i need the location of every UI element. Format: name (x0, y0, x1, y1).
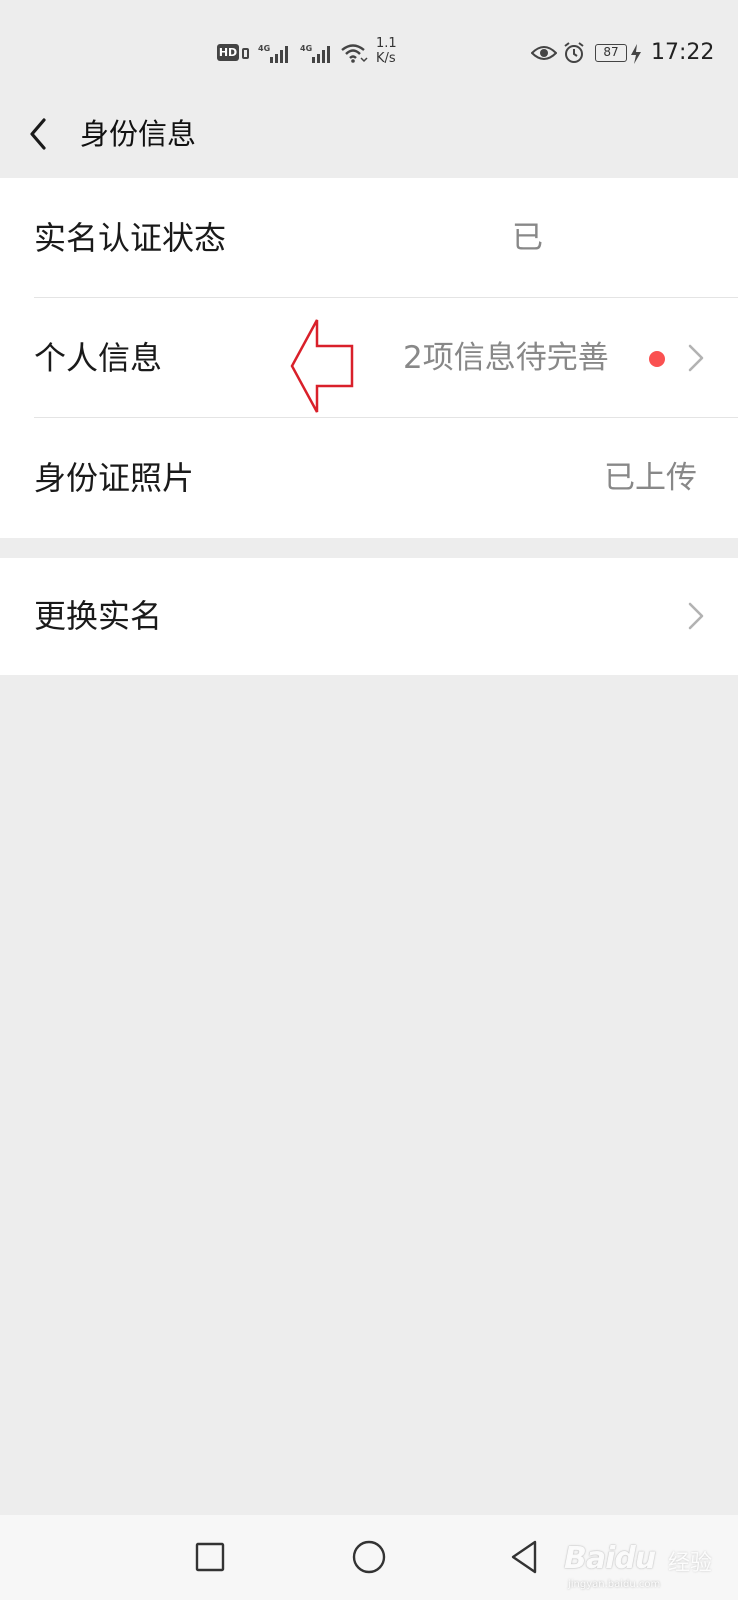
watermark-brand-cn: 经验 (668, 1551, 713, 1576)
network-type-label: 4G (258, 44, 271, 53)
eye-icon (531, 46, 557, 60)
top-nav-bar: 身份信息 (0, 100, 738, 178)
change-realname-list: 更换实名 (0, 558, 738, 675)
hd-lock-icon (242, 48, 249, 59)
network-speed-value: 1.1 (376, 36, 397, 51)
annotation-arrow-icon (290, 319, 354, 413)
row-personal-info[interactable]: 个人信息 2项信息待完善 (0, 298, 738, 418)
red-dot-badge (649, 351, 665, 367)
signal-icon: 4G (300, 44, 336, 64)
row-value: 2项信息待完善 (403, 340, 609, 376)
battery-icon: 87 (595, 44, 627, 62)
circle-icon (352, 1540, 386, 1574)
triangle-back-icon (511, 1540, 537, 1574)
wifi-icon (341, 44, 368, 63)
row-label: 个人信息 (34, 339, 163, 377)
row-value: 已上传 (604, 460, 697, 496)
status-bar: HD 4G 4G 1.1 K/s 87 17:22 (0, 0, 738, 100)
row-label: 实名认证状态 (34, 219, 227, 257)
charging-icon (631, 44, 641, 64)
page-title: 身份信息 (80, 117, 197, 151)
alarm-icon (564, 42, 584, 63)
back-nav-button[interactable] (505, 1537, 545, 1577)
network-speed: 1.1 K/s (376, 36, 397, 66)
network-type-label: 4G (300, 44, 313, 53)
row-label: 身份证照片 (34, 459, 195, 497)
watermark-url: jingyan.baidu.com (568, 1579, 661, 1590)
row-id-photo[interactable]: 身份证照片 已上传 (0, 418, 738, 538)
square-icon (195, 1542, 225, 1572)
signal-bars-icon (270, 46, 288, 63)
back-arrow-icon (30, 118, 46, 150)
clock-time: 17:22 (651, 40, 715, 65)
network-speed-unit: K/s (376, 51, 396, 66)
home-button[interactable] (349, 1537, 389, 1577)
row-label: 更换实名 (34, 597, 163, 635)
chevron-right-icon (688, 344, 704, 372)
row-value: 已 (512, 220, 543, 256)
recent-apps-button[interactable] (190, 1537, 230, 1577)
identity-info-list: 实名认证状态 已 个人信息 2项信息待完善 身份证照片 已上传 (0, 178, 738, 538)
row-change-realname[interactable]: 更换实名 (0, 558, 738, 675)
baidu-watermark: Baidu 经验 jingyan.baidu.com (560, 1533, 730, 1590)
signal-icon: 4G (258, 44, 294, 64)
hd-icon: HD (217, 44, 239, 61)
row-verification-status[interactable]: 实名认证状态 已 (0, 178, 738, 298)
watermark-brand: Baidu (564, 1541, 656, 1576)
back-button[interactable] (22, 114, 62, 154)
signal-bars-icon (312, 46, 330, 63)
chevron-right-icon (688, 602, 704, 630)
